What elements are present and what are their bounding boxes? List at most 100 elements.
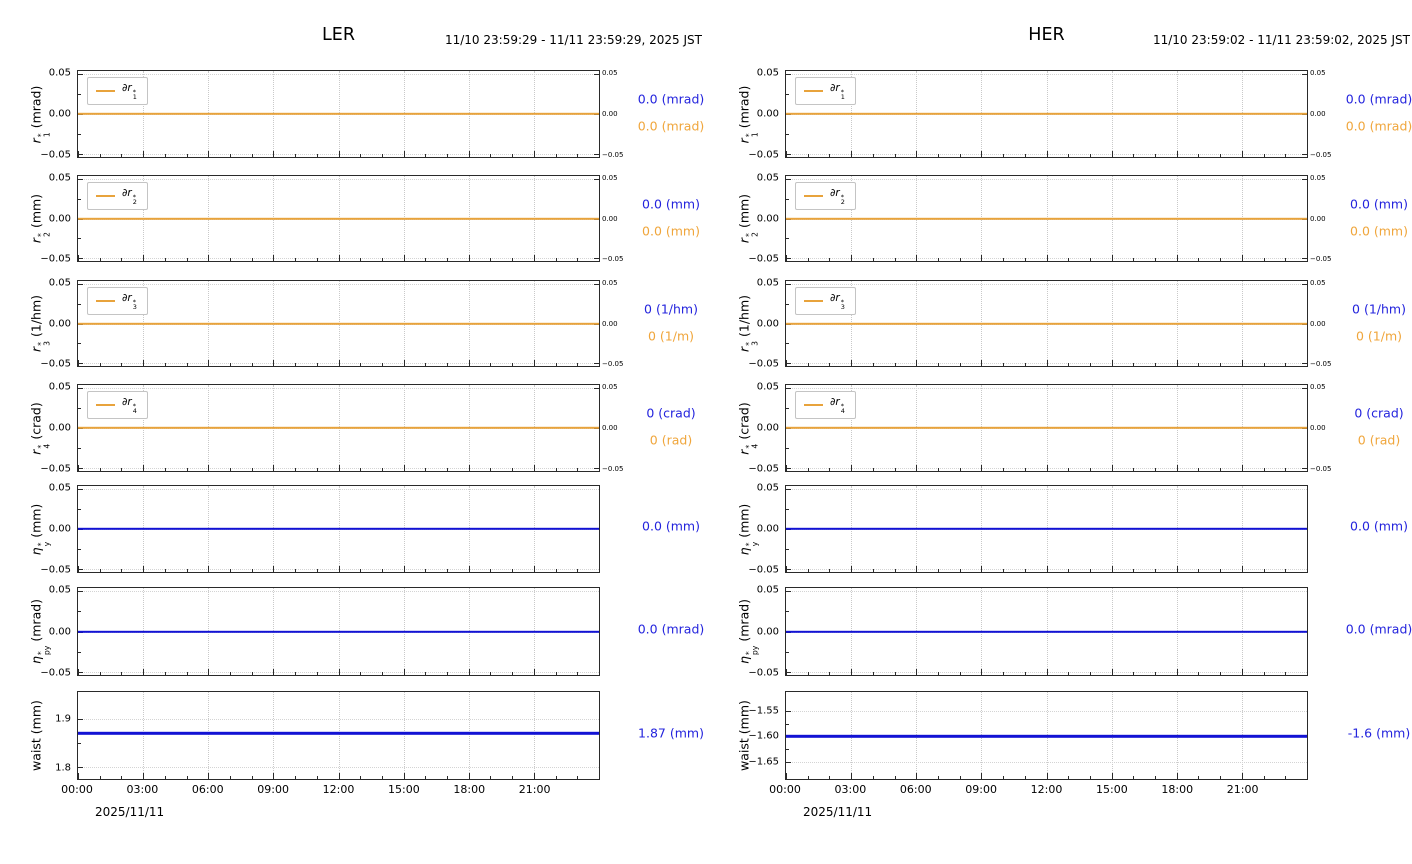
x-tick	[577, 775, 579, 779]
y-tick-label: 0.05	[756, 584, 779, 596]
plot-area	[785, 485, 1308, 573]
plots-container-her: r * 1 (mrad) ∂r * 1 0.05 0.05 0.00 0.00 −0.05 −0.05…	[708, 0, 1412, 864]
plot-area: ∂r * 4	[785, 384, 1308, 472]
y-tick-label: 0.00	[756, 213, 779, 224]
x-tick	[251, 153, 253, 157]
x-tick	[403, 773, 405, 779]
x-tick	[468, 151, 470, 157]
x-tick	[208, 773, 210, 779]
x-tick	[295, 257, 297, 261]
y-minor-tick	[78, 198, 81, 200]
y-tick	[786, 591, 791, 593]
x-tick	[381, 467, 383, 471]
y-tick	[786, 179, 791, 181]
x-tick	[78, 360, 79, 366]
y-tick-label-right: 0.00	[602, 424, 618, 432]
readout: 0.0 (mrad)	[634, 587, 708, 676]
x-tick	[829, 257, 831, 261]
x-tick	[1263, 568, 1265, 572]
x-tick	[872, 257, 874, 261]
legend: ∂r * 2	[87, 182, 148, 210]
x-tick	[599, 465, 600, 471]
x-tick	[1133, 671, 1135, 675]
x-tick	[338, 566, 340, 572]
x-tick	[425, 568, 427, 572]
x-tick	[99, 671, 101, 675]
y-tick-right	[594, 388, 599, 390]
x-tick	[490, 568, 492, 572]
x-tick	[1285, 775, 1287, 779]
y-tick	[786, 761, 791, 763]
x-tick-label: 00:00	[769, 783, 801, 796]
x-tick-label: 03:00	[126, 783, 159, 796]
x-tick	[1263, 153, 1265, 157]
x-tick	[829, 362, 831, 366]
h-gridline	[78, 179, 599, 181]
x-tick	[937, 467, 939, 471]
x-tick	[1003, 775, 1005, 779]
x-tick	[1111, 669, 1113, 675]
x-tick	[143, 669, 145, 675]
x-tick	[981, 465, 983, 471]
x-tick	[1111, 465, 1113, 471]
x-tick	[1285, 568, 1287, 572]
y-tick-label-right: 0.00	[1310, 110, 1326, 118]
plot-area: ∂r * 3	[785, 280, 1308, 367]
x-tick	[425, 257, 427, 261]
x-tick	[1198, 467, 1200, 471]
x-tick	[360, 568, 362, 572]
x-tick	[872, 671, 874, 675]
plot-area: ∂r * 2	[77, 175, 600, 262]
x-tick	[447, 362, 449, 366]
x-tick-label: 21:00	[518, 783, 551, 796]
x-tick	[555, 775, 557, 779]
x-tick	[829, 153, 831, 157]
y-tick-label: 0.00	[756, 523, 779, 535]
y-minor-tick	[786, 408, 789, 410]
y-tick-label-right: 0.05	[602, 383, 618, 392]
y-tick-label: 0.05	[756, 172, 779, 184]
x-tick	[143, 255, 145, 261]
x-tick	[1220, 362, 1222, 366]
x-tick	[1198, 153, 1200, 157]
x-tick	[164, 467, 166, 471]
x-tick	[186, 257, 188, 261]
readout: 0.0 (mm) 0.0 (mm)	[634, 175, 708, 262]
x-tick	[425, 671, 427, 675]
x-tick	[316, 568, 318, 572]
x-tick	[829, 467, 831, 471]
x-tick	[1068, 671, 1070, 675]
x-axis-date: 2025/11/11	[95, 805, 165, 819]
y-minor-tick	[786, 651, 789, 653]
x-tick	[1307, 773, 1308, 779]
x-tick	[1046, 465, 1048, 471]
y-tick-label: 0.00	[48, 318, 71, 329]
legend-line-sample	[96, 89, 115, 92]
h-gridline	[786, 74, 1307, 76]
readout-value: 0 (1/m)	[647, 328, 695, 344]
y-tick-right	[1302, 74, 1307, 76]
y-minor-tick	[786, 238, 789, 240]
x-tick	[447, 257, 449, 261]
x-tick	[1307, 669, 1308, 675]
y-tick-right	[594, 74, 599, 76]
x-tick	[872, 568, 874, 572]
y-tick-label: 1.8	[55, 762, 71, 774]
legend-label: ∂r * 1	[122, 82, 137, 101]
x-tick	[403, 465, 405, 471]
readout-value: 0.0 (mrad)	[637, 91, 705, 107]
x-tick	[959, 257, 961, 261]
x-tick	[533, 255, 535, 261]
readout: 0 (crad) 0 (rad)	[634, 384, 708, 472]
x-tick	[937, 362, 939, 366]
x-tick	[981, 669, 983, 675]
legend-label: ∂r * 2	[830, 187, 845, 206]
x-tick	[1111, 255, 1113, 261]
h-gridline	[78, 591, 599, 593]
h-gridline	[786, 388, 1307, 390]
y-tick-label: 0.05	[48, 584, 71, 596]
x-tick	[851, 773, 853, 779]
x-tick	[1133, 775, 1135, 779]
y-tick	[78, 718, 83, 720]
readout: 0 (1/hm) 0 (1/m)	[1342, 280, 1412, 367]
